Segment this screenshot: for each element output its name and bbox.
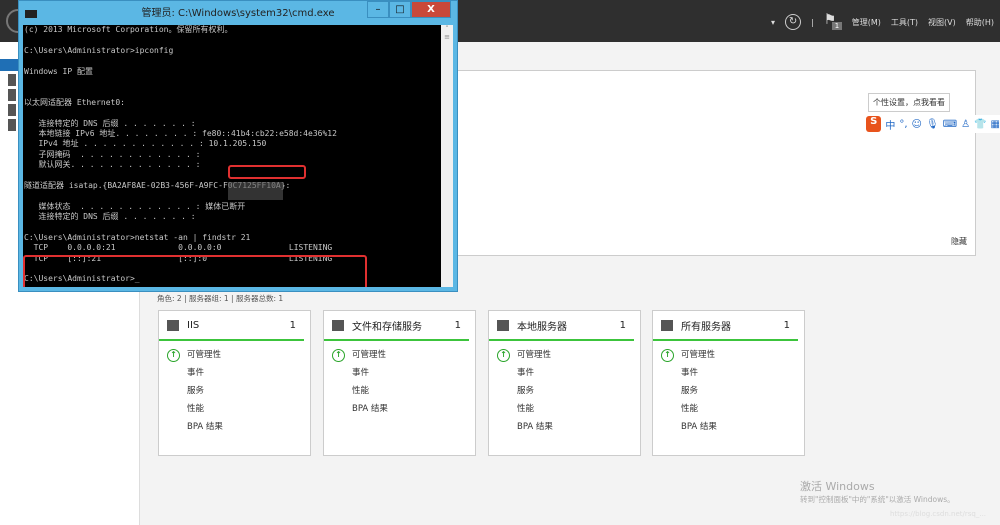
console-line: 子网掩码 . . . . . . . . . . . . : bbox=[24, 149, 201, 159]
card-item[interactable]: 服务 bbox=[187, 382, 310, 400]
skin-icon[interactable]: 👕 bbox=[974, 119, 986, 130]
refresh-icon[interactable]: ↻ bbox=[785, 14, 802, 30]
sidebar-item-all-servers[interactable] bbox=[8, 89, 16, 101]
card-title: 文件和存储服务 bbox=[352, 321, 422, 333]
card-header[interactable]: 所有服务器 1 bbox=[653, 311, 798, 341]
card-item[interactable]: BPA 结果 bbox=[352, 400, 475, 418]
card-item[interactable]: 性能 bbox=[517, 400, 640, 418]
ime-tooltip: 个性设置，点我看看 bbox=[868, 93, 950, 112]
cmd-icon bbox=[25, 10, 37, 18]
card-item[interactable]: BPA 结果 bbox=[187, 418, 310, 436]
card-item[interactable]: 可管理性 bbox=[661, 346, 804, 364]
sidebar-item-local-server[interactable] bbox=[8, 74, 16, 86]
activation-subtitle: 转到"控制面板"中的"系统"以激活 Windows。 bbox=[800, 495, 955, 504]
activation-title: 激活 Windows bbox=[800, 480, 875, 493]
url-watermark: https://blog.csdn.net/rsq_... bbox=[890, 510, 987, 518]
hide-button[interactable]: 隐藏 bbox=[951, 236, 967, 247]
role-card[interactable]: 本地服务器 1 可管理性事件服务性能BPA 结果 bbox=[488, 310, 641, 456]
card-title: IIS bbox=[187, 319, 200, 331]
card-item[interactable]: BPA 结果 bbox=[517, 418, 640, 436]
card-item[interactable]: BPA 结果 bbox=[681, 418, 804, 436]
console-line: Windows IP 配置 bbox=[24, 66, 93, 76]
keyboard-icon[interactable]: ⌨ bbox=[943, 119, 957, 130]
sidebar-item-iis[interactable] bbox=[8, 104, 16, 116]
card-title: 所有服务器 bbox=[681, 321, 731, 333]
console-line: 本地链接 IPv6 地址. . . . . . . . : fe80::41b4… bbox=[24, 128, 337, 138]
role-card[interactable]: 文件和存储服务 1 可管理性事件性能BPA 结果 bbox=[323, 310, 476, 456]
menu-manage[interactable]: 管理(M) bbox=[852, 17, 881, 28]
card-header[interactable]: 文件和存储服务 1 bbox=[324, 311, 469, 341]
console-line: 以太网适配器 Ethernet0: bbox=[24, 97, 125, 107]
cmd-window[interactable]: 管理员: C:\Windows\system32\cmd.exe – □ X (… bbox=[18, 0, 458, 292]
summary-text: 角色: 2 | 服务器组: 1 | 服务器总数: 1 bbox=[157, 294, 284, 303]
server-role-icon bbox=[332, 319, 344, 331]
dropdown-icon[interactable]: ▾ bbox=[771, 18, 775, 27]
close-button[interactable]: X bbox=[411, 1, 451, 18]
menu-view[interactable]: 视图(V) bbox=[928, 17, 956, 28]
server-role-icon bbox=[661, 319, 673, 331]
console-line: 媒体状态 . . . . . . . . . . . . : 媒体已断开 bbox=[24, 201, 246, 211]
console-line: C:\Users\Administrator>netstat -an | fin… bbox=[24, 232, 251, 242]
console-line: IPv4 地址 . . . . . . . . . . . . : 10.1.2… bbox=[24, 139, 267, 149]
card-item[interactable]: 事件 bbox=[517, 364, 640, 382]
console-line: TCP 0.0.0.0:21 0.0.0.0:0 LISTENING bbox=[24, 243, 333, 253]
microphone-icon[interactable]: 🎙 bbox=[926, 119, 939, 130]
emoji-icon[interactable]: ☺ bbox=[912, 119, 922, 130]
netstat-highlight bbox=[23, 255, 367, 287]
card-item[interactable]: 事件 bbox=[681, 364, 804, 382]
card-item[interactable]: 性能 bbox=[681, 400, 804, 418]
card-count: 1 bbox=[454, 319, 461, 331]
notification-badge: 1 bbox=[831, 22, 843, 30]
card-count: 1 bbox=[619, 319, 626, 331]
card-count: 1 bbox=[783, 319, 790, 331]
punctuation-icon[interactable]: °, bbox=[899, 119, 907, 130]
card-title: 本地服务器 bbox=[517, 321, 567, 333]
console-output[interactable]: (c) 2013 Microsoft Corporation。保留所有权利。 C:… bbox=[23, 25, 443, 287]
card-header[interactable]: IIS 1 bbox=[159, 311, 304, 341]
card-item[interactable]: 性能 bbox=[187, 400, 310, 418]
console-line: 连接特定的 DNS 后缀 . . . . . . . : bbox=[24, 118, 196, 128]
ipv4-highlight bbox=[228, 165, 306, 179]
ime-toolbar: S 中 °, ☺ 🎙 ⌨ ♙ 👕 ▦ bbox=[866, 115, 1000, 133]
menu-tools[interactable]: 工具(T) bbox=[891, 17, 918, 28]
divider: | bbox=[811, 17, 814, 27]
toolbox-icon[interactable]: ▦ bbox=[991, 119, 1000, 130]
cmd-title: 管理员: C:\Windows\system32\cmd.exe bbox=[141, 8, 335, 19]
card-header[interactable]: 本地服务器 1 bbox=[489, 311, 634, 341]
console-line: (c) 2013 Microsoft Corporation。保留所有权利。 bbox=[24, 25, 233, 34]
maximize-button[interactable]: □ bbox=[389, 1, 411, 18]
sidebar-item-file-storage[interactable] bbox=[8, 119, 16, 131]
menu-help[interactable]: 帮助(H) bbox=[966, 17, 994, 28]
sogou-logo-icon[interactable]: S bbox=[866, 116, 882, 132]
server-role-icon bbox=[497, 319, 509, 331]
redacted-region bbox=[228, 182, 283, 200]
card-item[interactable]: 可管理性 bbox=[497, 346, 640, 364]
server-role-icon bbox=[167, 319, 179, 331]
card-item[interactable]: 事件 bbox=[352, 364, 475, 382]
scrollbar[interactable]: ˄ ≡ bbox=[441, 25, 453, 287]
card-item[interactable]: 性能 bbox=[352, 382, 475, 400]
activation-watermark: 激活 Windows 转到"控制面板"中的"系统"以激活 Windows。 bbox=[800, 478, 955, 505]
console-line: C:\Users\Administrator>ipconfig bbox=[24, 45, 174, 55]
ime-mode[interactable]: 中 bbox=[885, 117, 895, 132]
role-card[interactable]: IIS 1 可管理性事件服务性能BPA 结果 bbox=[158, 310, 311, 456]
card-item[interactable]: 服务 bbox=[681, 382, 804, 400]
card-item[interactable]: 事件 bbox=[187, 364, 310, 382]
console-line: 连接特定的 DNS 后缀 . . . . . . . : bbox=[24, 212, 196, 222]
user-icon[interactable]: ♙ bbox=[961, 119, 970, 130]
minimize-button[interactable]: – bbox=[367, 1, 389, 18]
card-item[interactable]: 服务 bbox=[517, 382, 640, 400]
card-item[interactable]: 可管理性 bbox=[167, 346, 310, 364]
card-item[interactable]: 可管理性 bbox=[332, 346, 475, 364]
card-count: 1 bbox=[289, 319, 296, 331]
role-card[interactable]: 所有服务器 1 可管理性事件服务性能BPA 结果 bbox=[652, 310, 805, 456]
cmd-title-bar[interactable]: 管理员: C:\Windows\system32\cmd.exe – □ X bbox=[19, 1, 457, 25]
notifications-flag-icon[interactable]: ⚑ 1 bbox=[824, 12, 843, 32]
